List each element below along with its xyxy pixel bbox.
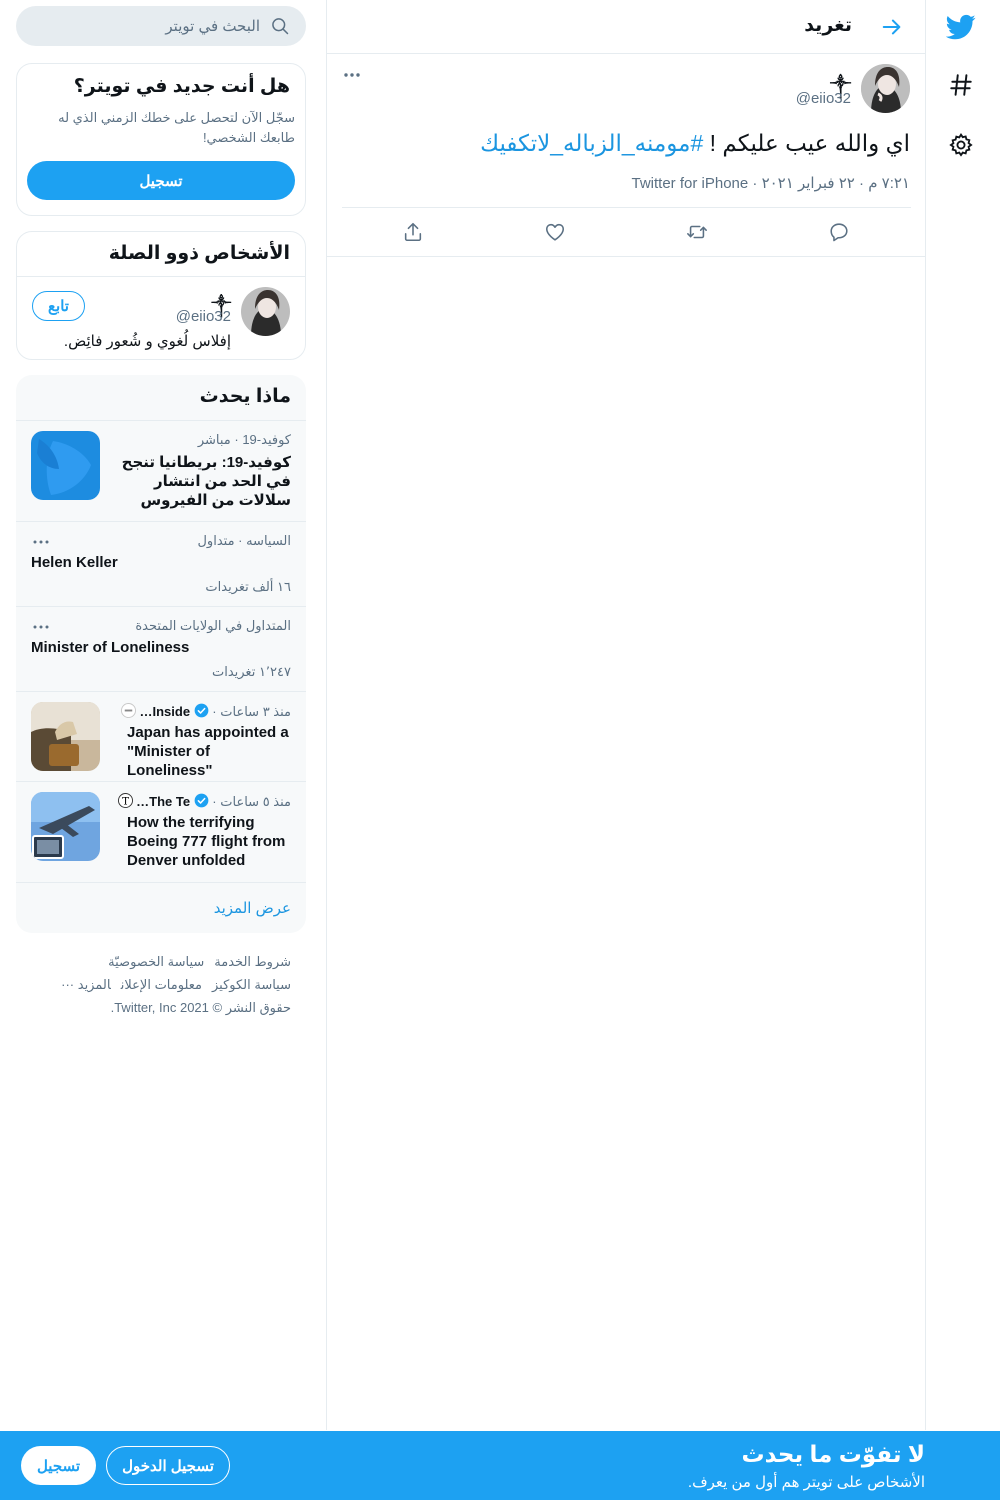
trend-meta: كوفيد-19 · مباشر: [197, 432, 291, 447]
news-time: منذ ٥ ساعات: [220, 794, 291, 809]
like-button[interactable]: [542, 219, 568, 245]
trend-name: كوفيد-19: بريطانيا تنجح في الحد من انتشا…: [121, 454, 291, 509]
card-description: سجّل الآن لتحصل على خطك الزمني الذي له ط…: [58, 110, 295, 145]
svg-text:T: T: [122, 795, 129, 807]
reply-button[interactable]: [826, 219, 852, 245]
share-icon: [404, 222, 422, 242]
source-logo-icon: [120, 703, 136, 718]
follow-button[interactable]: تابع: [32, 291, 85, 321]
trend-count: ١٦ ألف تغريدات: [205, 579, 291, 594]
card-title: هل أنت جديد في تويتر؟: [73, 76, 290, 97]
more-icon: [33, 540, 49, 544]
retweet-button[interactable]: [684, 219, 710, 245]
trend-thumbnail: [31, 431, 100, 500]
tweet: ༒ @eiio32 اي والله عيب عليكم ! #مومنه_ال…: [327, 54, 925, 257]
trend-more-button[interactable]: [31, 535, 51, 549]
retweet-icon: [687, 225, 707, 239]
main-column: تغريد ༒ @eiio32 اي والله عيب عليكم ! #مو…: [326, 0, 926, 1430]
news-source: Inside…: [139, 704, 191, 719]
news-item[interactable]: منذ ٣ ساعات · Inside… Japan has appointe…: [16, 692, 306, 781]
trend-item[interactable]: المتداول في الولايات المتحدة Minister of…: [16, 607, 306, 691]
search-box[interactable]: [16, 6, 306, 46]
back-button[interactable]: [877, 12, 907, 42]
source-logo-icon: T: [117, 793, 133, 808]
nav-rail: [925, 0, 1000, 1430]
relevant-people-card: الأشخاص ذوو الصلة ༒ @eiio32 إفلاس لُغوي …: [16, 231, 306, 360]
login-button[interactable]: تسجيل الدخول: [106, 1446, 230, 1485]
news-header: منذ ٣ ساعات · Inside…: [120, 703, 291, 720]
explore-button[interactable]: [936, 60, 986, 110]
search-input[interactable]: [40, 15, 260, 37]
card-title: ماذا يحدث: [199, 386, 291, 407]
author-handle[interactable]: @eiio32: [796, 90, 851, 107]
copyright: حقوق النشر © 2021 Twitter, Inc.: [110, 1000, 291, 1015]
hashtag-icon: [950, 74, 972, 96]
news-item[interactable]: منذ ٥ ساعات · The Te… T How the terrifyi…: [16, 782, 306, 882]
signup-button[interactable]: تسجيل: [27, 161, 295, 200]
news-time: منذ ٣ ساعات: [220, 704, 291, 719]
bottom-bar-title: لا تفوّت ما يحدث: [741, 1441, 925, 1467]
settings-button[interactable]: [936, 120, 986, 170]
news-title: Japan has appointed a "Minister of Lonel…: [127, 724, 289, 779]
trend-name: Helen Keller: [31, 554, 118, 571]
page-header: تغريد: [327, 0, 925, 54]
more-icon: [33, 625, 49, 629]
trend-item[interactable]: السياسه · متداول Helen Keller ١٦ ألف تغر…: [16, 522, 306, 606]
more-icon: [344, 73, 360, 77]
hashtag-link[interactable]: #مومنه_الزباله_لاتكفيك: [480, 130, 703, 156]
arrow-icon: [882, 19, 901, 35]
news-thumbnail: [31, 702, 100, 771]
tweet-text: اي والله عيب عليكم ! #مومنه_الزباله_لاتك…: [480, 130, 910, 157]
card-title: الأشخاص ذوو الصلة: [108, 243, 290, 264]
footer-link-ads-info[interactable]: معلومات الإعلان: [121, 977, 202, 992]
gear-icon: [949, 133, 973, 157]
divider: [342, 207, 911, 208]
tweet-timestamp[interactable]: ٧:٢١ م · ٢٢ فبراير ٢٠٢١ · Twitter for iP…: [632, 174, 911, 192]
page-title: تغريد: [804, 15, 852, 36]
footer-link-more[interactable]: المزيد ···: [61, 977, 111, 992]
bottom-signup-bar: لا تفوّت ما يحدث الأشخاص على تويتر هم أو…: [0, 1431, 1000, 1500]
twitter-bird-icon: [946, 14, 976, 40]
verified-badge-icon: [194, 793, 209, 808]
trend-meta: السياسه · متداول: [197, 533, 291, 548]
news-source: The Te…: [136, 794, 191, 809]
verified-badge-icon: [194, 703, 209, 718]
trend-name: Minister of Loneliness: [31, 639, 190, 656]
news-header: منذ ٥ ساعات · The Te… T: [117, 793, 291, 810]
divider: [16, 882, 306, 883]
avatar[interactable]: [241, 287, 290, 336]
twitter-logo-button[interactable]: [936, 2, 986, 52]
avatar[interactable]: [861, 64, 910, 113]
footer-link-cookies[interactable]: سياسة الكوكيز: [212, 977, 291, 992]
reply-icon: [830, 223, 848, 242]
new-to-twitter-card: هل أنت جديد في تويتر؟ سجّل الآن لتحصل عل…: [16, 63, 306, 216]
person-handle[interactable]: @eiio32: [176, 308, 231, 325]
search-icon: [272, 18, 289, 35]
footer: شروط الخدمة سياسة الخصوصيّة سياسة الكوكيز…: [11, 950, 291, 1019]
trend-meta: المتداول في الولايات المتحدة: [135, 618, 291, 633]
bottom-bar-subtitle: الأشخاص على تويتر هم أول من يعرف.: [687, 1474, 925, 1491]
person-bio: إفلاس لُغوي و شُعور فائِض.: [63, 333, 231, 350]
trend-count: ١٬٢٤٧ تغريدات: [211, 664, 291, 679]
signup-button[interactable]: تسجيل: [21, 1446, 96, 1485]
news-title: How the terrifying Boeing 777 flight fro…: [127, 814, 286, 869]
divider: [17, 276, 305, 277]
like-icon: [545, 223, 565, 241]
tweet-body: اي والله عيب عليكم !: [703, 130, 910, 156]
tweet-more-button[interactable]: [341, 64, 363, 86]
footer-link-terms[interactable]: شروط الخدمة: [214, 954, 291, 969]
news-thumbnail: [31, 792, 100, 861]
footer-link-privacy[interactable]: سياسة الخصوصيّة: [108, 954, 204, 969]
share-button[interactable]: [400, 219, 426, 245]
trend-more-button[interactable]: [31, 620, 51, 634]
trend-item[interactable]: كوفيد-19 · مباشر كوفيد-19: بريطانيا تنجح…: [16, 421, 306, 521]
whats-happening-card: ماذا يحدث كوفيد-19 · مباشر كوفيد-19: بري…: [16, 375, 306, 933]
show-more-link[interactable]: عرض المزيد: [214, 899, 291, 917]
